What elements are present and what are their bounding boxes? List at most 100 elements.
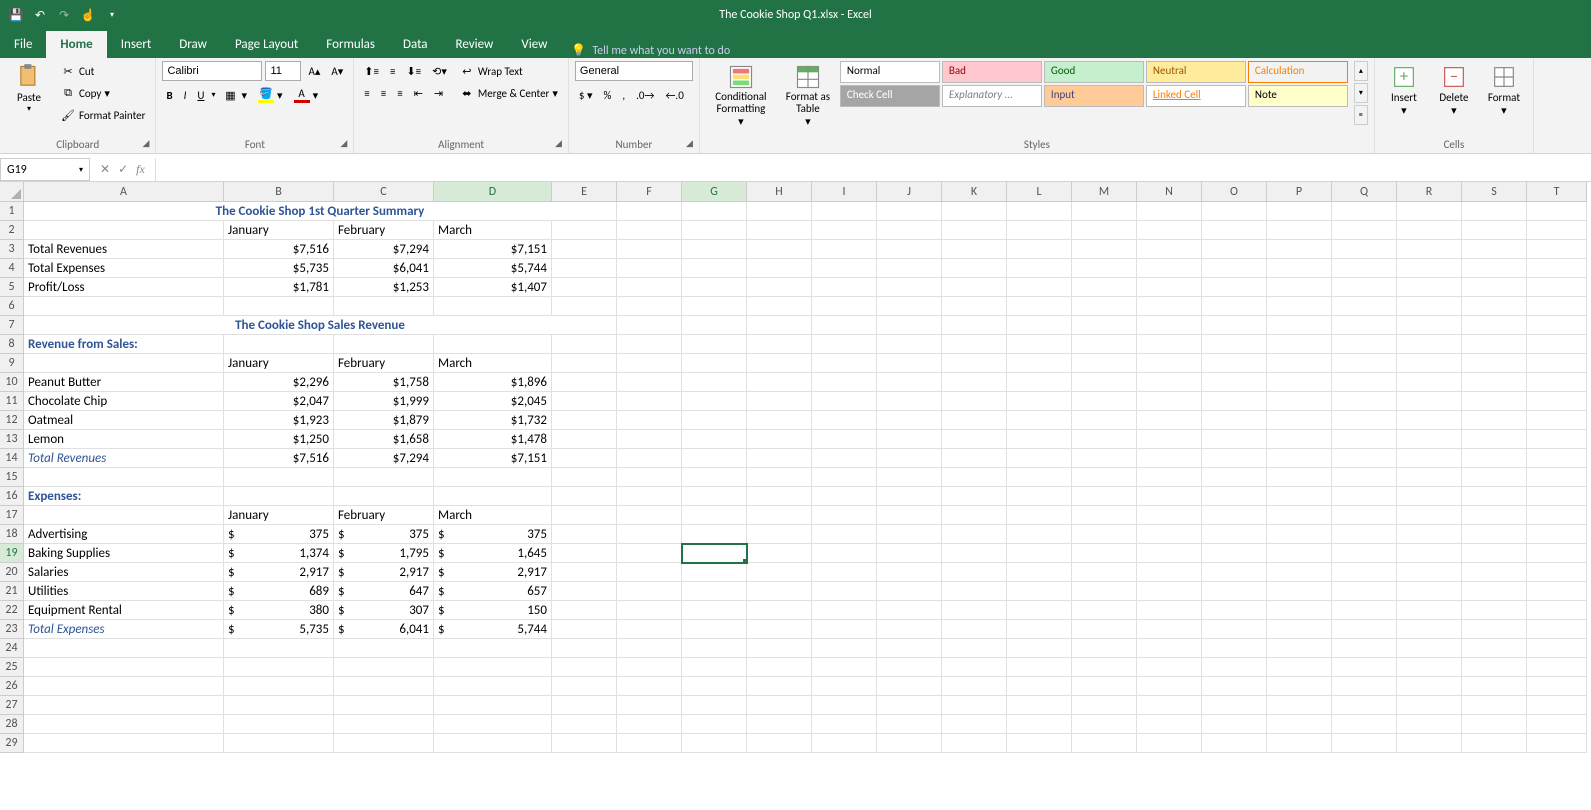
cell[interactable]: [1072, 487, 1137, 506]
cell[interactable]: [552, 259, 617, 278]
row-header-18[interactable]: 18: [0, 525, 24, 544]
cell[interactable]: $657: [434, 582, 552, 601]
cell[interactable]: [812, 677, 877, 696]
cell[interactable]: [682, 297, 747, 316]
cell[interactable]: [682, 468, 747, 487]
cell[interactable]: [1137, 525, 1202, 544]
cell[interactable]: [1462, 468, 1527, 487]
cell[interactable]: [1007, 468, 1072, 487]
cell[interactable]: [1462, 411, 1527, 430]
cell[interactable]: [1072, 221, 1137, 240]
cell-style-bad[interactable]: Bad: [942, 61, 1042, 83]
column-header-M[interactable]: M: [1072, 182, 1137, 202]
cell[interactable]: [682, 601, 747, 620]
cell[interactable]: [1202, 278, 1267, 297]
cell[interactable]: [942, 392, 1007, 411]
cell[interactable]: [682, 259, 747, 278]
undo-icon[interactable]: ↶: [32, 7, 48, 23]
cell[interactable]: [552, 240, 617, 259]
row-header-26[interactable]: 26: [0, 677, 24, 696]
cell[interactable]: [24, 696, 224, 715]
cell[interactable]: [1072, 297, 1137, 316]
cell[interactable]: [1007, 620, 1072, 639]
cell[interactable]: [1267, 221, 1332, 240]
cell[interactable]: [552, 449, 617, 468]
cell[interactable]: [747, 297, 812, 316]
cell[interactable]: [1137, 259, 1202, 278]
cell[interactable]: [1072, 696, 1137, 715]
cell[interactable]: [942, 449, 1007, 468]
cell[interactable]: [682, 582, 747, 601]
cell[interactable]: [877, 715, 942, 734]
cell[interactable]: $1,407: [434, 278, 552, 297]
cell[interactable]: [1527, 316, 1587, 335]
percent-button[interactable]: %: [600, 85, 616, 105]
cell[interactable]: [942, 582, 1007, 601]
cell[interactable]: [1332, 278, 1397, 297]
format-painter-button[interactable]: 🖌Format Painter: [56, 105, 149, 125]
cell[interactable]: [1267, 487, 1332, 506]
cell[interactable]: [24, 354, 224, 373]
cell[interactable]: [1462, 658, 1527, 677]
cell[interactable]: [1007, 563, 1072, 582]
cell[interactable]: [812, 639, 877, 658]
tab-home[interactable]: Home: [46, 31, 106, 58]
cell[interactable]: [617, 221, 682, 240]
cell[interactable]: $375: [434, 525, 552, 544]
cell[interactable]: [1137, 392, 1202, 411]
cell[interactable]: [1202, 620, 1267, 639]
cell[interactable]: [1462, 506, 1527, 525]
column-header-K[interactable]: K: [942, 182, 1007, 202]
column-header-P[interactable]: P: [1267, 182, 1332, 202]
cell[interactable]: [617, 487, 682, 506]
cell[interactable]: [1527, 487, 1587, 506]
cell[interactable]: [334, 297, 434, 316]
column-header-S[interactable]: S: [1462, 182, 1527, 202]
cell[interactable]: [1202, 202, 1267, 221]
cell[interactable]: [682, 715, 747, 734]
cell[interactable]: [1072, 316, 1137, 335]
cell[interactable]: [1332, 202, 1397, 221]
cell[interactable]: [617, 601, 682, 620]
cell[interactable]: [1007, 506, 1072, 525]
cell-style-neutral[interactable]: Neutral: [1146, 61, 1246, 83]
cell[interactable]: $5,744: [434, 259, 552, 278]
fx-icon[interactable]: fx: [136, 162, 145, 177]
cell[interactable]: [747, 259, 812, 278]
cell[interactable]: Total Revenues: [24, 240, 224, 259]
cell[interactable]: [552, 582, 617, 601]
cell[interactable]: [617, 677, 682, 696]
cell[interactable]: [1072, 468, 1137, 487]
cell[interactable]: [1137, 221, 1202, 240]
cell[interactable]: [1007, 430, 1072, 449]
cell[interactable]: [1527, 335, 1587, 354]
cell[interactable]: Profit/Loss: [24, 278, 224, 297]
cell[interactable]: [1007, 639, 1072, 658]
cell[interactable]: [1072, 563, 1137, 582]
cell[interactable]: [747, 734, 812, 753]
cell[interactable]: February: [334, 506, 434, 525]
cell[interactable]: [1462, 734, 1527, 753]
cell[interactable]: [682, 335, 747, 354]
cell[interactable]: [552, 392, 617, 411]
cell[interactable]: [224, 487, 334, 506]
cell[interactable]: [1527, 373, 1587, 392]
cell[interactable]: $1,732: [434, 411, 552, 430]
cell[interactable]: [1267, 506, 1332, 525]
cell[interactable]: [1007, 335, 1072, 354]
cell[interactable]: $1,645: [434, 544, 552, 563]
cell[interactable]: [1137, 297, 1202, 316]
cell[interactable]: Total Expenses: [24, 259, 224, 278]
cell[interactable]: [942, 278, 1007, 297]
cell[interactable]: [1202, 240, 1267, 259]
cell[interactable]: [617, 297, 682, 316]
cell[interactable]: [617, 525, 682, 544]
cell[interactable]: [812, 240, 877, 259]
column-header-Q[interactable]: Q: [1332, 182, 1397, 202]
column-header-I[interactable]: I: [812, 182, 877, 202]
cell[interactable]: [617, 620, 682, 639]
cell[interactable]: [1267, 658, 1332, 677]
cell[interactable]: [812, 449, 877, 468]
cell[interactable]: [1267, 316, 1332, 335]
cell[interactable]: [1137, 563, 1202, 582]
